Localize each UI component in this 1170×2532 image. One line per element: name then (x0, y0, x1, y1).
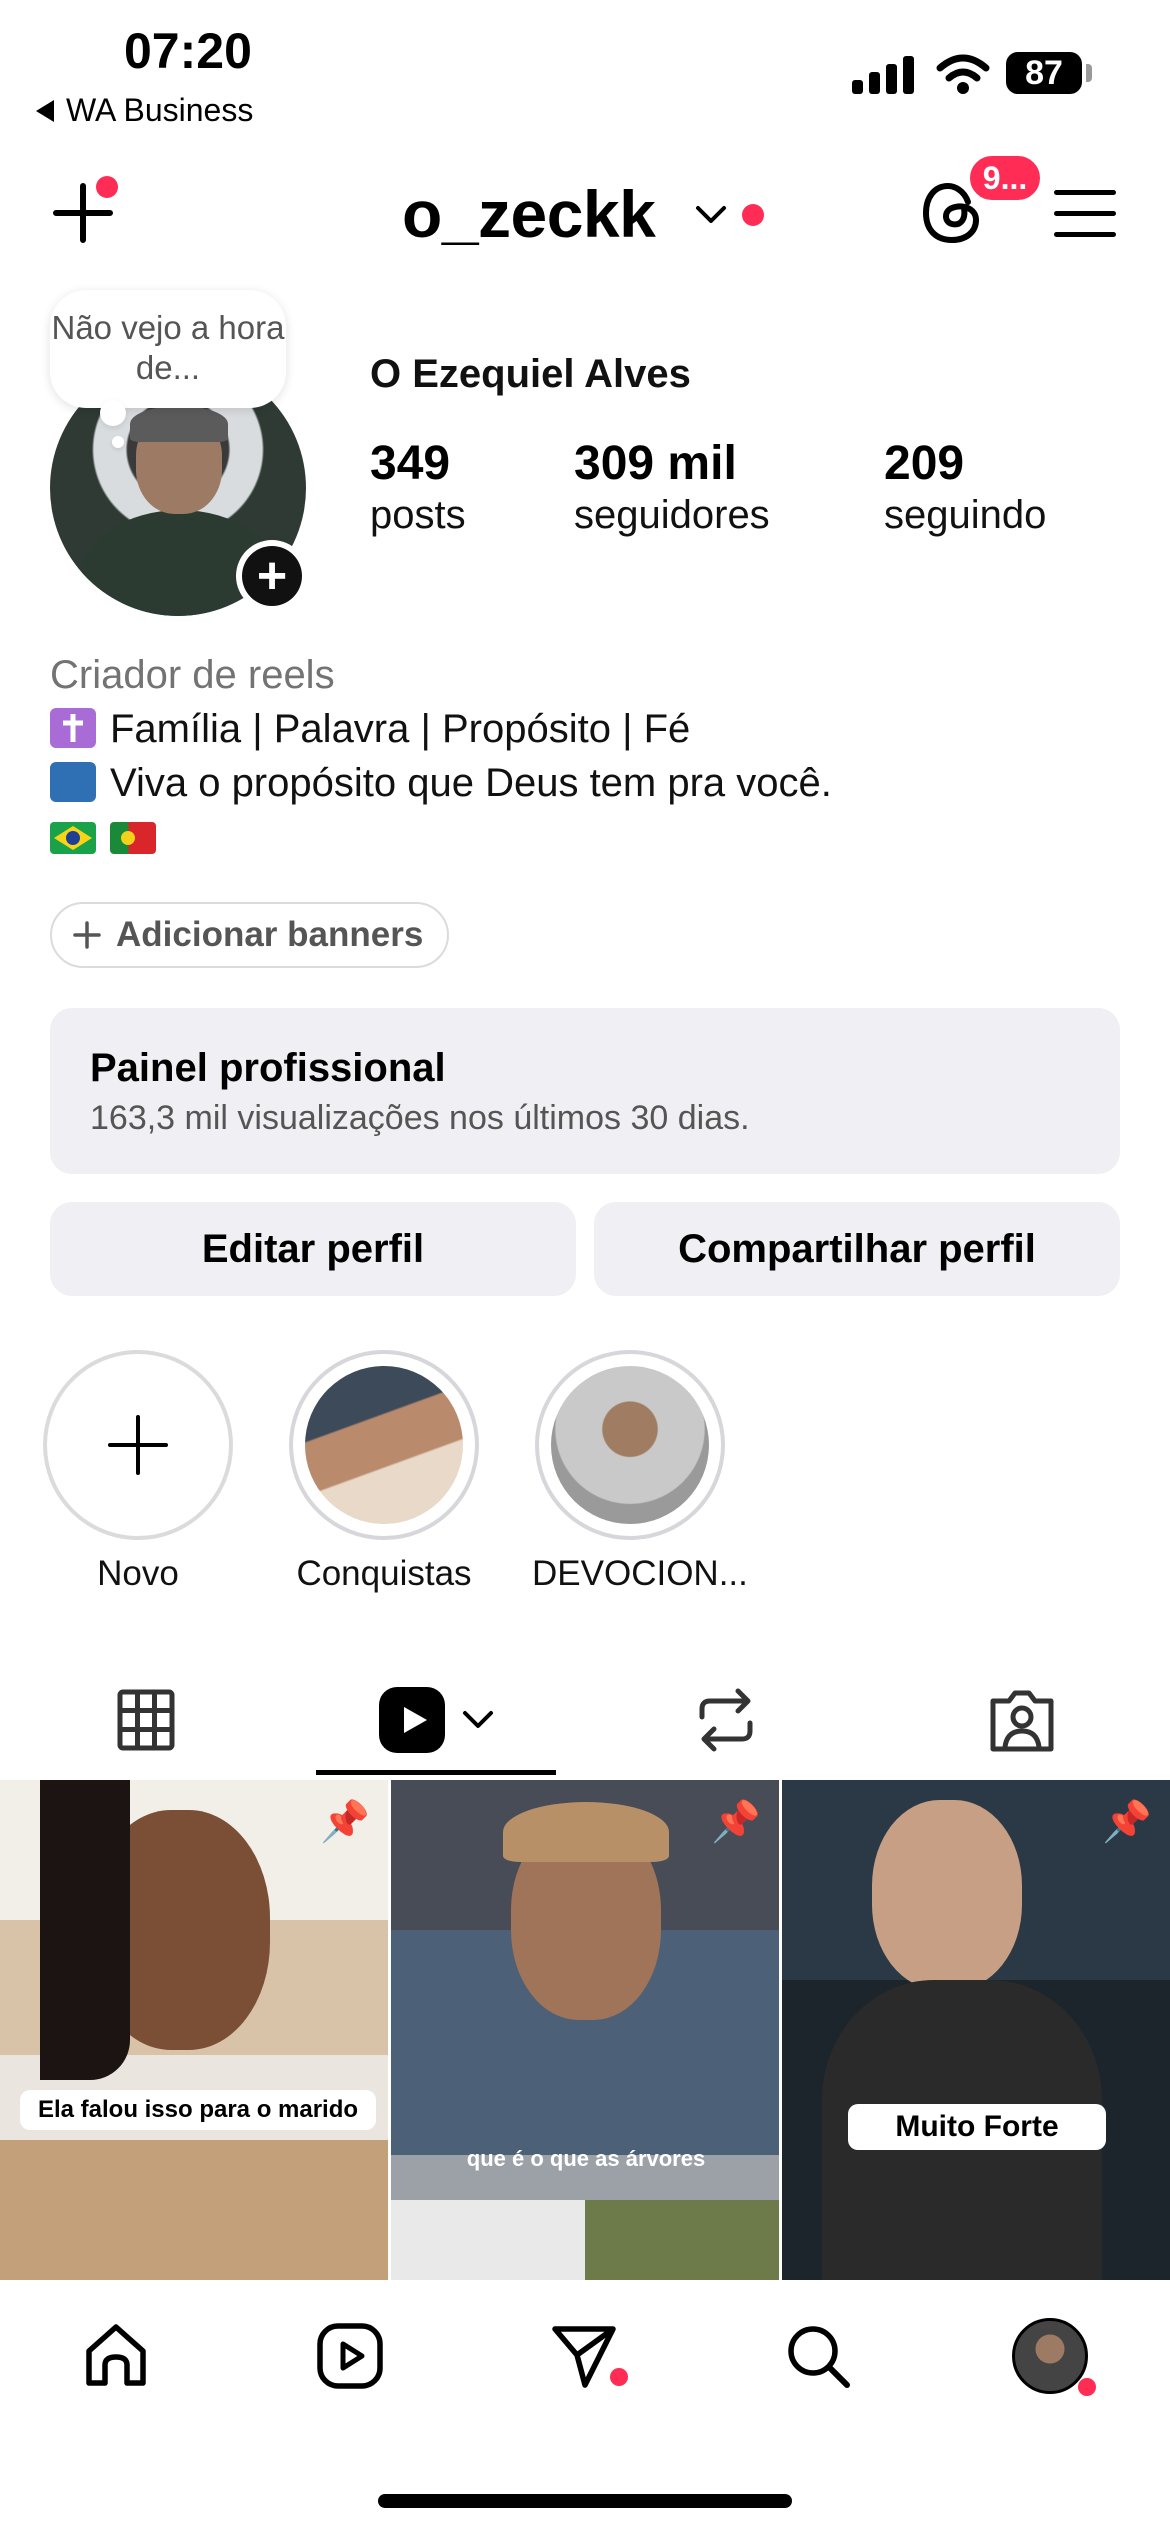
stat-label: seguindo (884, 493, 1047, 537)
stat-label: posts (370, 493, 466, 537)
thumbnail-cap (503, 1802, 669, 1862)
bio-category: Criador de reels (50, 653, 335, 697)
portugal-flag-icon (110, 822, 156, 854)
signal-icon (852, 56, 914, 94)
bio-line-2-text: Viva o propósito que Deus tem pra você. (110, 761, 832, 805)
add-story-button[interactable]: + (236, 540, 308, 612)
reel-caption: Ela falou isso para o marido (20, 2090, 376, 2130)
back-arrow-icon (36, 99, 54, 122)
pin-icon: 📌 (1102, 1800, 1152, 1844)
stat-label: seguidores (574, 493, 770, 537)
reel-thumbnail[interactable]: 📌 que é o que as árvores (391, 1780, 779, 2280)
bio-line-1-text: Família | Palavra | Propósito | Fé (110, 707, 691, 751)
active-tab-indicator (316, 1770, 556, 1775)
home-icon[interactable] (78, 2318, 154, 2394)
following-count[interactable]: 209 seguindo (884, 436, 1046, 538)
direct-messages-icon[interactable] (546, 2318, 622, 2394)
bio-line-1: Família | Palavra | Propósito | Fé (50, 702, 832, 756)
stat-value: 309 mil (574, 437, 737, 490)
highlight-label: DEVOCION... (532, 1554, 748, 1593)
dashboard-title: Painel profissional (90, 1046, 446, 1090)
tagged-person-icon (990, 1690, 1054, 1752)
reel-thumbnail[interactable]: 📌 Muito Forte (782, 1780, 1170, 2280)
thumbnail-trees (391, 2200, 779, 2280)
plus-icon (73, 921, 101, 949)
reel-caption: que é o que as árvores (466, 2146, 706, 2171)
note-bubble-tail (100, 400, 126, 426)
highlight-conquistas[interactable]: Conquistas (286, 1350, 482, 1594)
search-icon[interactable] (780, 2318, 856, 2394)
book-emoji-icon (50, 762, 96, 802)
home-indicator[interactable] (378, 2494, 792, 2508)
profile-full-name: O Ezequiel Alves (370, 352, 691, 396)
menu-icon[interactable] (1054, 190, 1116, 240)
stat-value: 209 (884, 437, 965, 490)
reel-caption: Muito Forte (848, 2104, 1106, 2150)
thumbnail-face (872, 1800, 1022, 1990)
reels-icon (379, 1687, 445, 1753)
pin-icon: 📌 (320, 1800, 370, 1844)
battery-indicator: 87 (1006, 52, 1082, 94)
add-banners-label: Adicionar banners (116, 915, 424, 954)
grid-icon (117, 1689, 175, 1751)
brazil-flag-icon (50, 822, 96, 854)
back-to-app-link[interactable]: WA Business (36, 92, 253, 129)
posts-count[interactable]: 349 posts (370, 436, 466, 538)
reels-nav-icon[interactable] (312, 2318, 388, 2394)
profile-note-bubble[interactable]: Não vejo a hora de... (50, 290, 286, 408)
highlight-label: Novo (97, 1554, 179, 1593)
bio-line-2: Viva o propósito que Deus tem pra você. (50, 756, 832, 810)
tab-reposts[interactable] (660, 1670, 792, 1770)
stat-value: 349 (370, 437, 451, 490)
followers-count[interactable]: 309 mil seguidores (574, 436, 770, 538)
back-app-label: WA Business (66, 92, 254, 128)
tab-reels[interactable] (316, 1670, 556, 1770)
messages-notification-dot (610, 2368, 628, 2386)
plus-icon (108, 1415, 168, 1475)
pin-icon: 📌 (711, 1800, 761, 1844)
account-notification-dot (742, 204, 764, 226)
highlight-devocional[interactable]: DEVOCION... (532, 1350, 748, 1594)
profile-nav-avatar[interactable] (1012, 2318, 1088, 2394)
highlight-new[interactable]: Novo (40, 1350, 236, 1594)
highlight-label: Conquistas (296, 1554, 472, 1593)
tab-posts-grid[interactable] (80, 1670, 212, 1770)
professional-dashboard[interactable]: Painel profissional 163,3 mil visualizaç… (50, 1008, 1120, 1174)
bio-flags (50, 810, 832, 864)
wifi-icon (936, 54, 990, 94)
username-title[interactable]: o_zeckk (402, 176, 656, 252)
share-profile-button[interactable]: Compartilhar perfil (594, 1202, 1120, 1296)
status-time: 07:20 (124, 23, 252, 79)
reel-thumbnail[interactable]: 📌 Ela falou isso para o marido (0, 1780, 388, 2280)
chevron-down-icon[interactable] (694, 204, 728, 226)
profile-bio: Criador de reels Família | Palavra | Pro… (50, 648, 832, 864)
repost-icon (699, 1688, 753, 1752)
note-bubble-tail-small (112, 436, 124, 448)
add-banners-button[interactable]: Adicionar banners (50, 902, 450, 968)
chevron-down-icon (463, 1711, 493, 1728)
profile-notification-dot (1078, 2378, 1096, 2396)
edit-profile-button[interactable]: Editar perfil (50, 1202, 576, 1296)
dashboard-subtitle: 163,3 mil visualizações nos últimos 30 d… (90, 1099, 750, 1137)
tab-tagged[interactable] (956, 1670, 1088, 1770)
notifications-badge: 9... (966, 152, 1044, 204)
thumbnail-hair (40, 1780, 130, 2080)
battery-tip (1086, 64, 1092, 82)
cross-emoji-icon (50, 708, 96, 748)
create-notification-dot (96, 176, 118, 198)
